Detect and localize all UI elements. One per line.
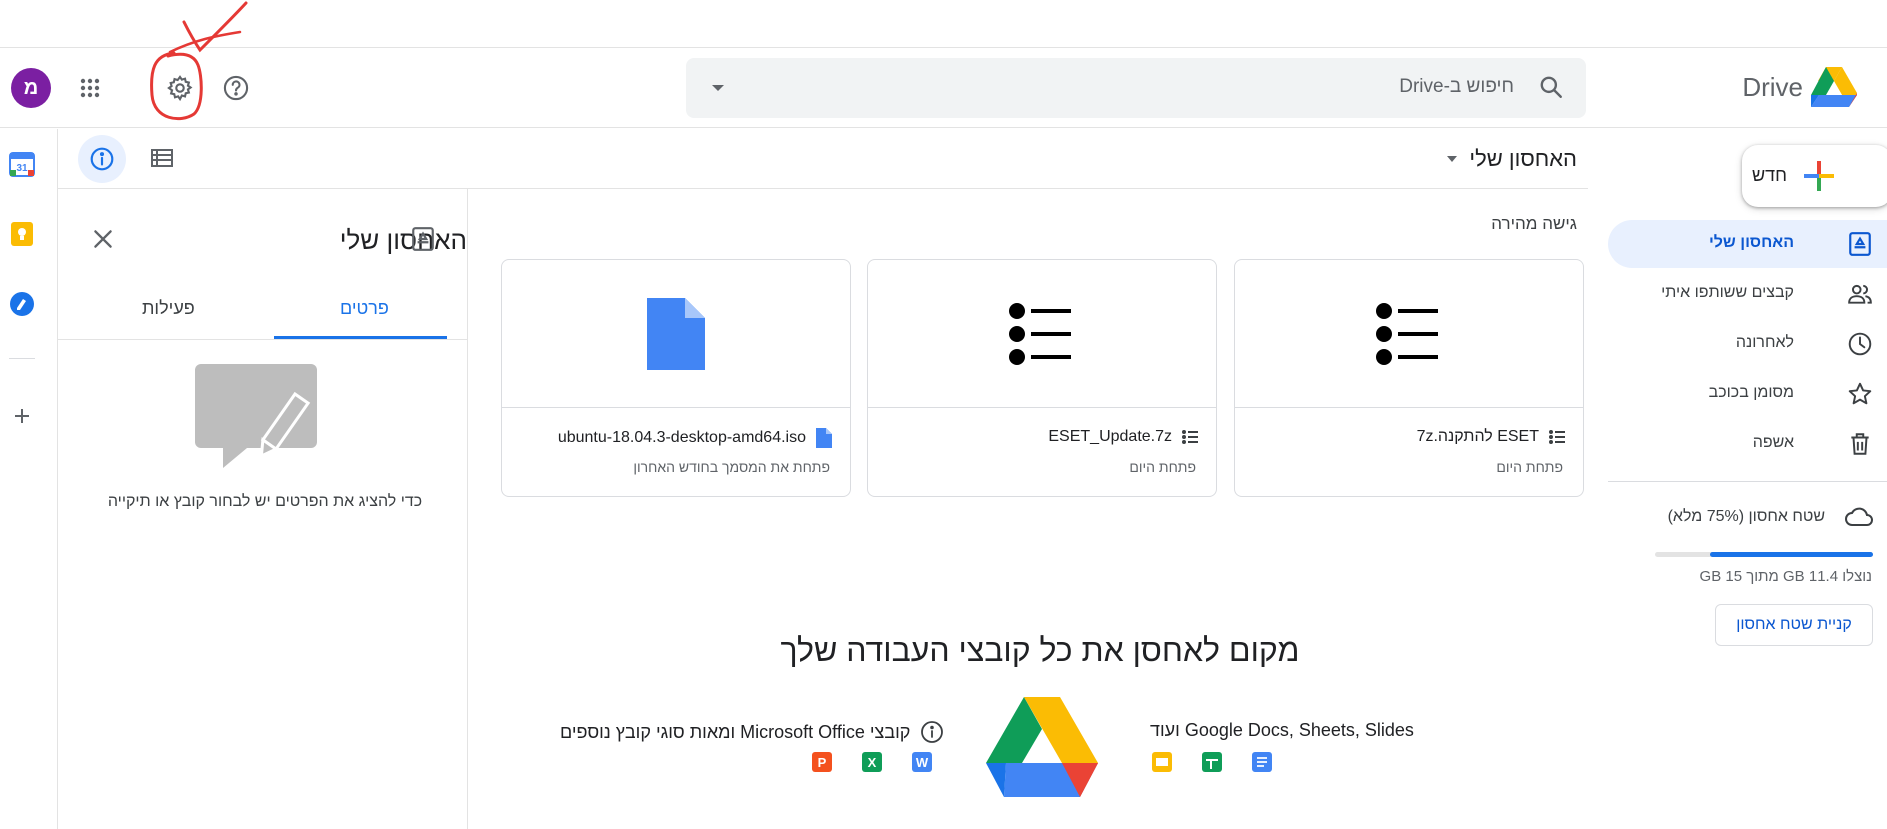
drive-logo-icon: [986, 697, 1098, 797]
search-bar[interactable]: חיפוש ב-Drive: [686, 58, 1586, 118]
file-name-text: ESET_Update.7z: [1048, 428, 1172, 445]
file-icon: [816, 428, 832, 448]
tab-details[interactable]: פרטים: [340, 298, 389, 319]
file-icon: [647, 297, 705, 370]
quick-access-title: גישה מהירה: [1491, 214, 1577, 233]
search-options-dropdown-icon[interactable]: [710, 80, 726, 96]
quick-access-card[interactable]: ESET_Update.7z פתחת היום: [867, 259, 1217, 497]
details-title: האחסון שלי: [339, 225, 467, 255]
sidebar-item-starred[interactable]: מסומן בכוכב: [1608, 370, 1887, 418]
drive-folder-icon: [410, 226, 436, 252]
my-drive-title: האחסון שלי: [1469, 146, 1577, 171]
excel-icon: X: [862, 752, 882, 772]
add-app-plus-icon[interactable]: [9, 403, 35, 429]
trash-icon: [1851, 433, 1869, 455]
sidebar-item-trash[interactable]: אשפה: [1608, 420, 1887, 468]
drive-logo-icon: [1811, 67, 1857, 107]
keep-icon[interactable]: [9, 221, 35, 247]
chevron-down-icon: [1447, 156, 1458, 162]
sidebar-item-recent[interactable]: לאחרונה: [1608, 320, 1887, 368]
new-button[interactable]: חדש: [1742, 145, 1887, 207]
empty-selection-message: כדי להציג את הפרטים יש לבחור קובץ או תיק…: [107, 493, 423, 510]
quick-access-card[interactable]: ESET להתקנה.7z פתחת היום: [1234, 259, 1584, 497]
card-file-name: ESET_Update.7z: [1048, 428, 1198, 446]
drive-brand[interactable]: Drive: [1742, 67, 1857, 107]
shared-people-icon: [1848, 284, 1872, 304]
quick-access-card[interactable]: ubuntu-18.04.3-desktop-amd64.iso פתחת את…: [501, 259, 851, 497]
archive-list-icon: [1182, 430, 1198, 444]
rail-divider: [9, 358, 35, 359]
top-blank-strip: [0, 0, 1887, 48]
account-avatar[interactable]: מ: [11, 68, 51, 108]
google-docs-text: Google Docs, Sheets, Slides ועוד: [1150, 720, 1414, 740]
docs-icon: [1252, 752, 1272, 772]
tab-activity[interactable]: פעילות: [142, 298, 195, 319]
file-name-text: ESET להתקנה.7z: [1416, 428, 1539, 445]
side-apps-rail: 31: [0, 129, 58, 829]
card-thumbnail: [1235, 260, 1583, 408]
new-label: חדש: [1752, 165, 1787, 185]
settings-gear-icon[interactable]: [160, 68, 200, 108]
list-view-icon[interactable]: [150, 146, 174, 170]
info-icon[interactable]: [920, 720, 944, 744]
star-icon: [1848, 382, 1872, 405]
promo-office: קובצי Microsoft Office ומאות סוגי קובץ נ…: [560, 720, 944, 744]
sidebar-item-label: מסומן בכוכב: [1708, 384, 1794, 401]
comment-pencil-illustration: [195, 364, 335, 474]
calendar-icon[interactable]: 31: [9, 151, 35, 177]
card-subtitle: פתחת היום: [1496, 459, 1563, 475]
storage-label[interactable]: שטח אחסון (75% מלא): [1668, 508, 1825, 526]
brand-name: Drive: [1742, 71, 1803, 102]
sidebar-item-label: אשפה: [1752, 434, 1794, 451]
plus-icon: [1804, 161, 1834, 191]
card-file-name: ubuntu-18.04.3-desktop-amd64.iso: [558, 428, 832, 448]
toolbar: [58, 129, 1588, 189]
tasks-icon[interactable]: [9, 291, 35, 317]
card-file-name: ESET להתקנה.7z: [1417, 428, 1565, 446]
sidebar-item-shared[interactable]: קבצים ששותפו איתי: [1608, 270, 1887, 318]
office-text: קובצי Microsoft Office ומאות סוגי קובץ נ…: [560, 721, 911, 742]
archive-list-icon: [1376, 302, 1438, 365]
archive-list-icon: [1009, 302, 1071, 365]
my-drive-icon: [1849, 232, 1871, 256]
my-drive-dropdown[interactable]: האחסון שלי: [1445, 146, 1577, 172]
card-thumbnail: [868, 260, 1216, 408]
search-input[interactable]: חיפוש ב-Drive: [1399, 76, 1514, 98]
cloud-icon: [1844, 505, 1874, 529]
card-thumbnail: [502, 260, 850, 408]
powerpoint-icon: P: [812, 752, 832, 772]
word-icon: W: [912, 752, 932, 772]
storage-progress-bar: [1655, 552, 1873, 557]
sidebar-divider: [1608, 481, 1887, 482]
sheets-icon: [1202, 752, 1222, 772]
svg-text:31: 31: [16, 163, 28, 174]
promo-title: מקום לאחסן את כל קובצי העבודה שלך: [780, 632, 1300, 668]
close-icon[interactable]: [90, 226, 116, 252]
sidebar-item-label: קבצים ששותפו איתי: [1661, 284, 1794, 301]
sidebar-item-label: לאחרונה: [1735, 334, 1794, 351]
sidebar-item-my-drive[interactable]: האחסון שלי: [1608, 220, 1887, 268]
details-toggle-info-icon[interactable]: [78, 135, 126, 183]
archive-list-icon: [1549, 430, 1565, 444]
search-icon[interactable]: [1538, 74, 1564, 100]
storage-progress-fill: [1709, 552, 1873, 557]
buy-storage-button[interactable]: קניית שטח אחסון: [1715, 604, 1873, 646]
tabs-divider: [58, 339, 467, 340]
card-subtitle: פתחת את המסמך בחודש האחרון: [633, 459, 830, 475]
card-subtitle: פתחת היום: [1129, 459, 1196, 475]
clock-icon: [1848, 332, 1872, 356]
help-icon[interactable]: [216, 68, 256, 108]
sidebar-item-label: האחסון שלי: [1708, 234, 1794, 251]
apps-grid-icon[interactable]: [70, 68, 110, 108]
storage-usage-text: נוצלו 11.4 GB מתוך 15 GB: [1699, 568, 1872, 585]
slides-icon: [1152, 752, 1172, 772]
file-name-text: ubuntu-18.04.3-desktop-amd64.iso: [557, 429, 806, 446]
